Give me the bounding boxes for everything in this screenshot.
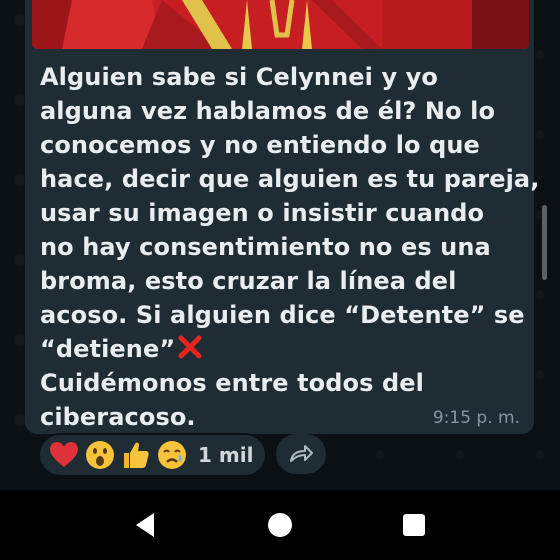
message-line: “detiene” (40, 335, 176, 363)
sad-but-relieved-face-icon (158, 441, 186, 469)
forward-icon (290, 445, 313, 462)
media-image-thumbnail[interactable] (32, 0, 529, 49)
reaction-count: 1 mil (198, 443, 254, 467)
message-line: conocemos y no entiendo lo que (40, 131, 480, 159)
recents-icon[interactable] (397, 508, 431, 542)
message-line: broma, esto cruzar la línea del (40, 267, 457, 295)
forward-button[interactable] (276, 434, 326, 474)
message-line: hace, decir que alguien es tu pareja, (40, 165, 540, 193)
home-icon[interactable] (263, 508, 297, 542)
message-line: no hay consentimiento no es una (40, 233, 491, 261)
face-with-open-mouth-icon (86, 441, 114, 469)
thumbs-up-icon (124, 442, 149, 468)
message-timestamp: 9:15 p. m. (432, 408, 520, 428)
message-line: Alguien sabe si Celynnei y yo (40, 63, 438, 91)
message-text: Alguien sabe si Celynnei y yo alguna vez… (40, 60, 540, 434)
message-line-with-emoji: “detiene” (40, 332, 530, 366)
back-icon[interactable] (128, 508, 162, 542)
message-line: acoso. Si alguien dice “Detente” se (40, 301, 525, 329)
cross-mark-icon (178, 335, 202, 359)
message-line: alguna vez hablamos de él? No lo (40, 97, 496, 125)
red-heart-icon (50, 442, 78, 467)
reactions-bar[interactable]: 1 mil (38, 433, 267, 477)
message-line: usar su imagen o insistir cuando (40, 199, 485, 227)
android-navigation-bar (0, 490, 560, 560)
scrollbar-thumb[interactable] (542, 205, 547, 280)
message-line: Cuidémonos entre todos del (40, 369, 424, 397)
